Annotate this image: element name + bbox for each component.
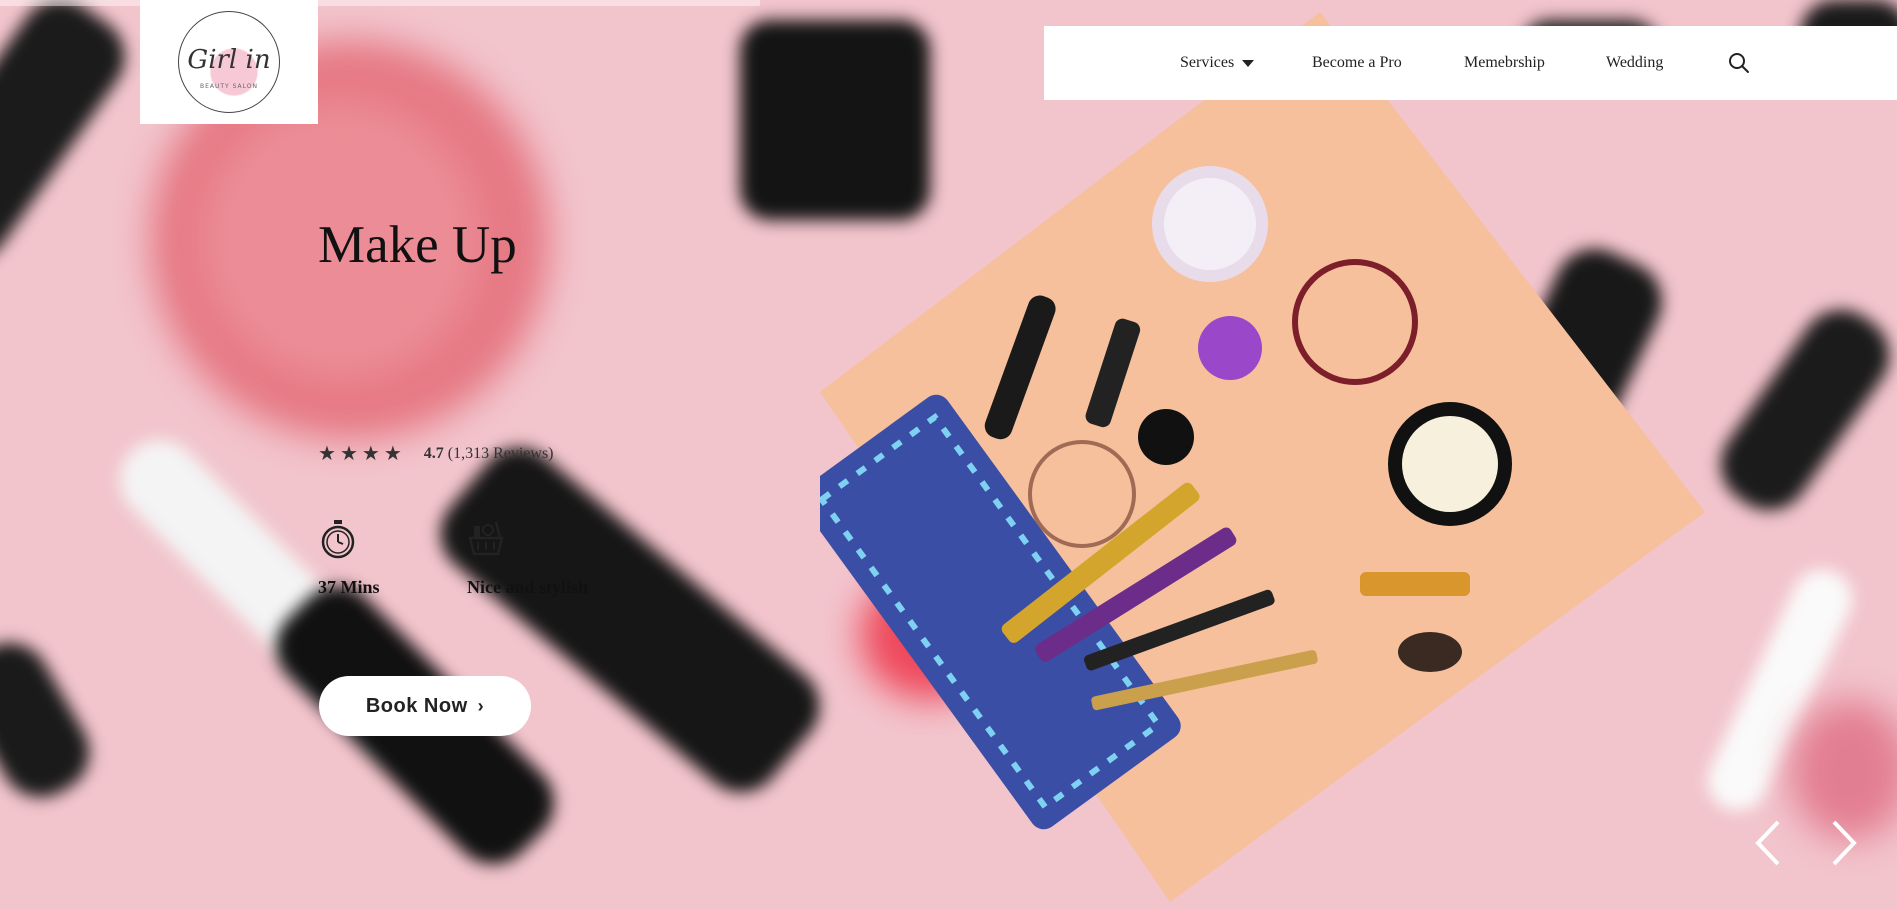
rating-value: 4.7 (423, 445, 444, 462)
logo-emblem: Girl in BEAUTY SALON (178, 11, 280, 113)
rating-row: ★ ★ ★ ★ 4.7 (1,313 Reviews) (318, 444, 554, 464)
book-now-label: Book Now (365, 694, 468, 717)
star-icon: ★ (318, 443, 336, 465)
star-icon: ★ (339, 443, 358, 465)
book-now-button[interactable]: Book Now › (319, 676, 531, 736)
duration-label: 37 Mins (318, 577, 380, 597)
chevron-right-icon: › (477, 695, 485, 716)
nav-item-membership[interactable]: Memebrship (1464, 54, 1545, 72)
nav-item-wedding[interactable]: Wedding (1606, 54, 1663, 72)
caret-down-icon (1242, 59, 1255, 67)
makeup-basket-icon (468, 521, 504, 556)
nav-item-services[interactable]: Services (1180, 54, 1255, 72)
rating-stars: ★ ★ ★ ★ (318, 444, 402, 464)
brand-logo[interactable]: Girl in BEAUTY SALON (140, 0, 318, 124)
hero-product-image (799, 12, 1705, 902)
nav-item-become-a-pro[interactable]: Become a Pro (1312, 54, 1402, 72)
slider-next-button[interactable] (1826, 818, 1860, 868)
search-icon[interactable] (1728, 52, 1750, 74)
slider-prev-button[interactable] (1752, 818, 1786, 868)
page-title: Make Up (318, 216, 517, 274)
stopwatch-icon (321, 520, 355, 559)
star-icon: ★ (361, 443, 380, 465)
nav-item-label: Services (1180, 54, 1235, 71)
review-count: (1,313 Reviews) (447, 445, 554, 462)
logo-text: Girl in (187, 45, 271, 75)
style-label: Nice and stylish (467, 577, 589, 597)
logo-subtext: BEAUTY SALON (199, 83, 258, 90)
top-divider (0, 0, 760, 6)
star-icon: ★ (383, 443, 402, 465)
